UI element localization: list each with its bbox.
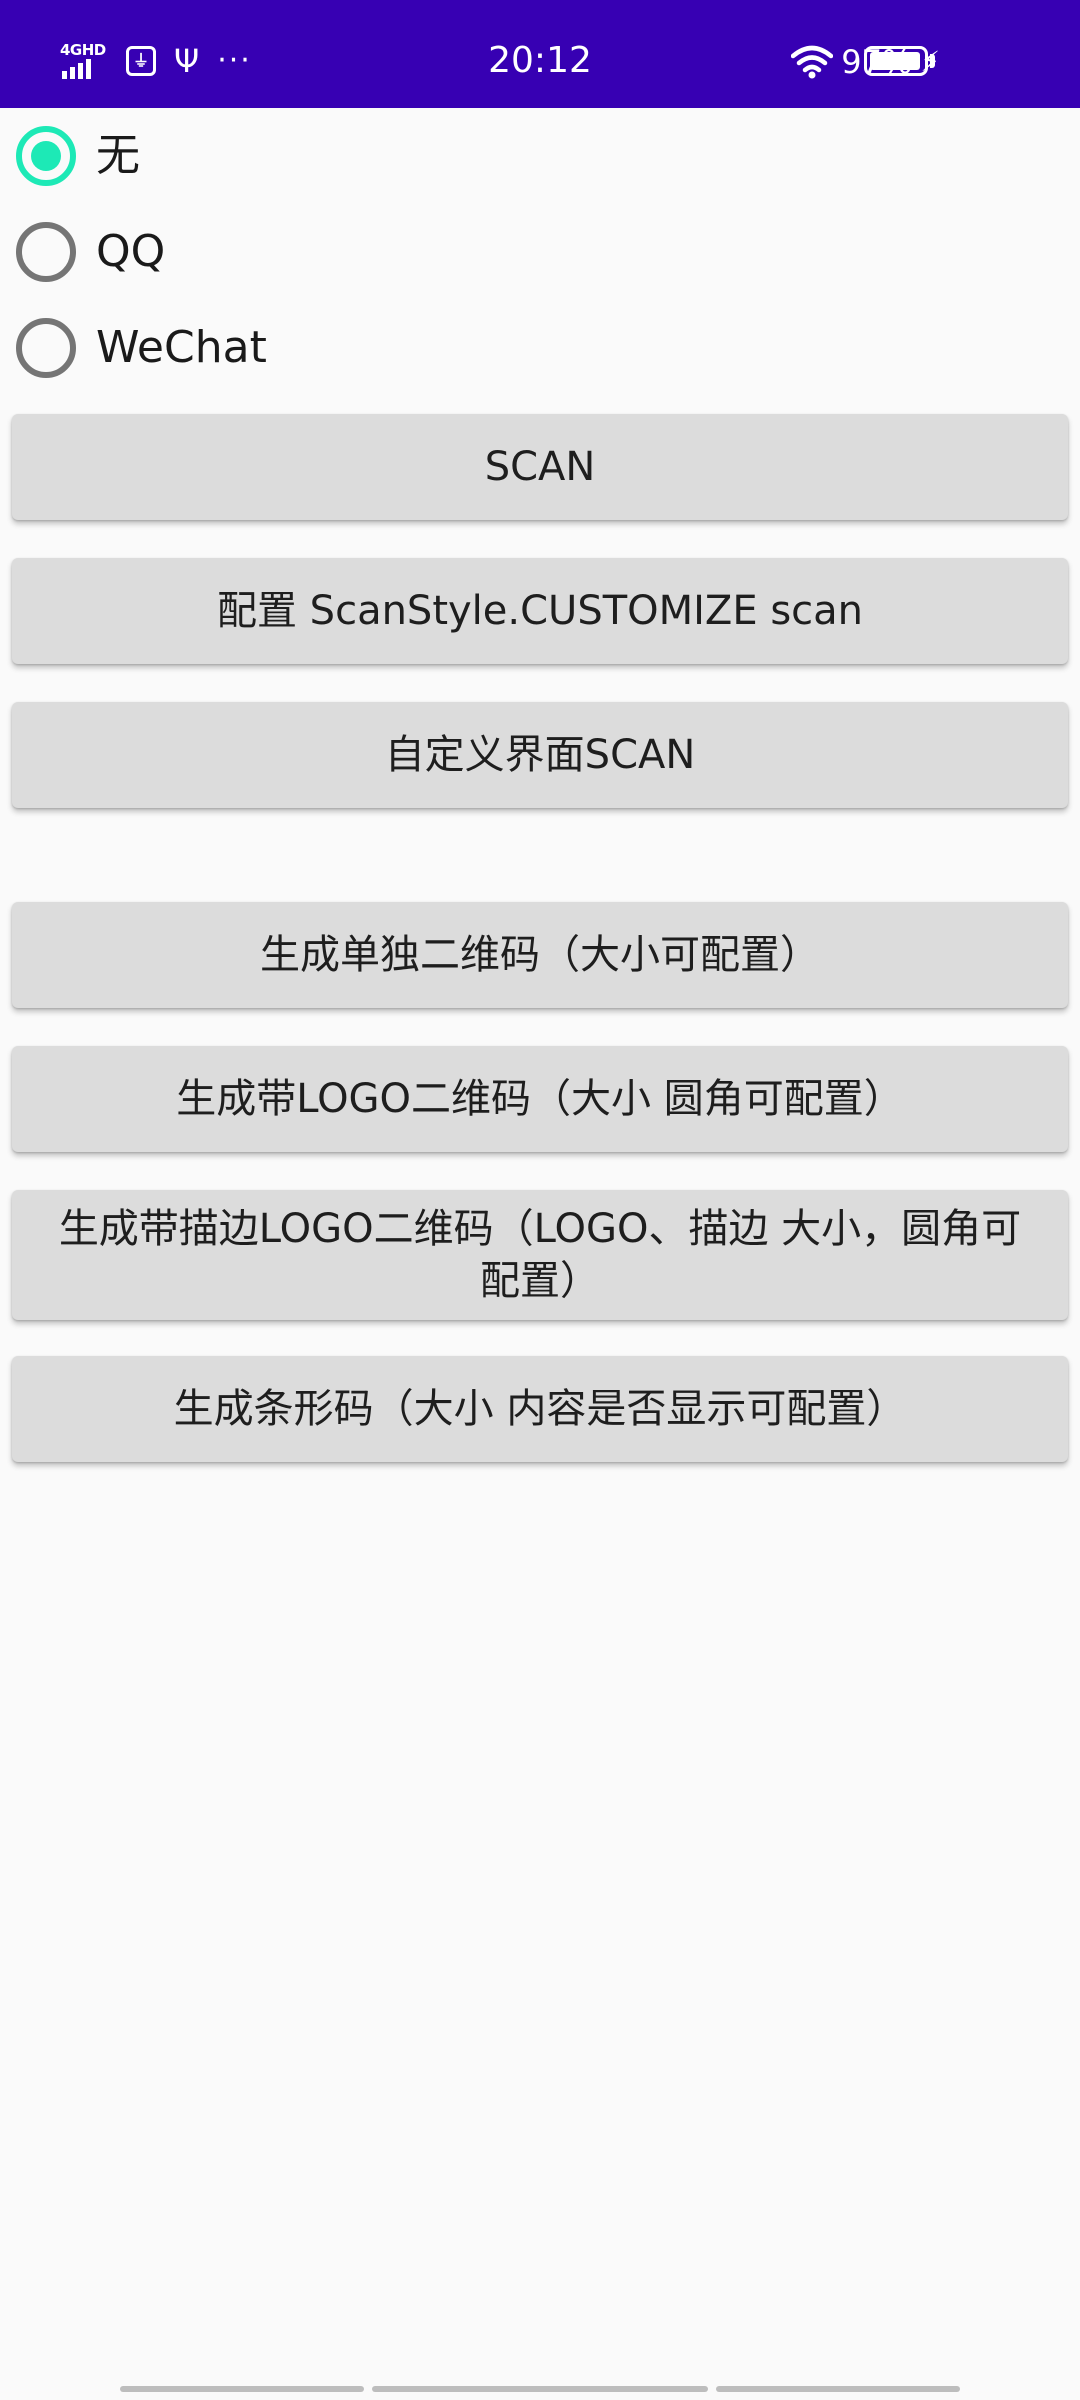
radio-option-wechat[interactable]: WeChat <box>16 300 616 396</box>
status-left-icons: 4GHD ⏚ Ψ ··· <box>58 38 252 84</box>
nav-segment <box>716 2386 960 2392</box>
wifi-icon <box>791 45 834 79</box>
status-time: 20:12 <box>488 40 592 81</box>
customize-scan-button[interactable]: 配置 ScanStyle.CUSTOMIZE scan <box>12 558 1068 664</box>
battery-icon <box>864 46 928 76</box>
nav-segment <box>120 2386 364 2392</box>
more-icon: ··· <box>217 43 252 78</box>
network-type-label: 4GHD <box>60 41 106 59</box>
generate-stroke-logo-qr-button[interactable]: 生成带描边LOGO二维码（LOGO、描边 大小，圆角可配置） <box>12 1190 1068 1320</box>
generate-barcode-button[interactable]: 生成条形码（大小 内容是否显示可配置） <box>12 1356 1068 1462</box>
generate-qr-button[interactable]: 生成单独二维码（大小可配置） <box>12 902 1068 1008</box>
status-bar: 4GHD ⏚ Ψ ··· 20:12 97% ⚡ <box>0 0 1080 108</box>
radio-option-none[interactable]: 无 <box>16 108 616 204</box>
nav-segment <box>372 2386 708 2392</box>
radio-unchecked-icon[interactable] <box>16 222 76 282</box>
generate-logo-qr-button[interactable]: 生成带LOGO二维码（大小 圆角可配置） <box>12 1046 1068 1152</box>
radio-label-none: 无 <box>96 130 140 181</box>
radio-checked-icon[interactable] <box>16 126 76 186</box>
radio-unchecked-icon[interactable] <box>16 318 76 378</box>
radio-option-qq[interactable]: QQ <box>16 204 616 300</box>
custom-ui-scan-button[interactable]: 自定义界面SCAN <box>12 702 1068 808</box>
radio-label-qq: QQ <box>96 226 166 277</box>
signal-4g-icon: 4GHD <box>58 41 108 81</box>
usb-debug-icon: ⏚ <box>126 46 156 76</box>
usb-icon: Ψ <box>174 42 200 80</box>
scan-button[interactable]: SCAN <box>12 414 1068 520</box>
gesture-nav-bar[interactable] <box>0 2380 1080 2400</box>
radio-label-wechat: WeChat <box>96 322 267 373</box>
battery-tip <box>930 54 935 68</box>
